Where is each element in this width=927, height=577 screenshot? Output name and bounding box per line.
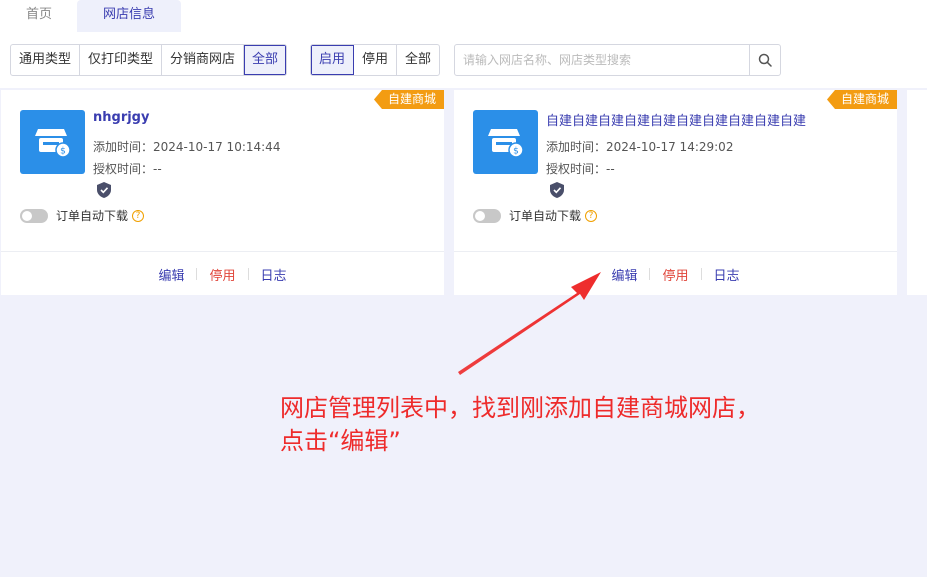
log-button[interactable]: 日志 — [249, 265, 299, 284]
search-icon — [758, 53, 772, 67]
shop-type-badge: 自建商城 — [373, 90, 444, 109]
disable-button[interactable]: 停用 — [197, 265, 247, 284]
shop-card-partial — [907, 90, 927, 295]
disable-button[interactable]: 停用 — [650, 265, 700, 284]
shop-name[interactable]: nhgrjgy — [93, 110, 149, 125]
edit-button[interactable]: 编辑 — [146, 265, 196, 284]
card-actions: 编辑 停用 日志 — [454, 265, 897, 284]
annotation-line-2: 点击“编辑” — [280, 427, 401, 455]
edit-button[interactable]: 编辑 — [599, 265, 649, 284]
added-time: 添加时间：2024-10-17 10:14:44 — [93, 140, 281, 154]
shop-icon: $ — [20, 110, 85, 174]
tab-shop-info[interactable]: 网店信息 — [77, 0, 181, 32]
auto-download-toggle[interactable] — [20, 208, 48, 223]
filter-toolbar: 通用类型 仅打印类型 分销商网店 全部 启用 停用 全部 — [0, 33, 927, 88]
shop-card: 自建商城 $ 自建自建自建自建自建自建自建自建自建自建 添加时间：2024-10… — [454, 90, 897, 295]
shield-icon — [97, 182, 111, 198]
authorized-time: 授权时间：-- — [546, 162, 615, 176]
svg-text:$: $ — [60, 147, 66, 157]
authorized-time: 授权时间：-- — [93, 162, 162, 176]
shield-icon — [550, 182, 564, 198]
annotation-line-1: 网店管理列表中，找到刚添加自建商城网店， — [280, 394, 760, 422]
help-icon[interactable]: ? — [132, 209, 145, 222]
tab-bar: 首页 网店信息 — [0, 0, 927, 33]
filter-distributor-shop-button[interactable]: 分销商网店 — [162, 45, 245, 75]
shop-icon: $ — [473, 110, 538, 174]
added-time: 添加时间：2024-10-17 14:29:02 — [546, 140, 734, 154]
type-filter-group: 通用类型 仅打印类型 分销商网店 全部 — [10, 44, 288, 76]
card-divider — [454, 251, 897, 252]
filter-print-only-type-button[interactable]: 仅打印类型 — [80, 45, 163, 75]
card-actions: 编辑 停用 日志 — [1, 265, 444, 284]
filter-all-status-button[interactable]: 全部 — [397, 45, 439, 75]
filter-enabled-button[interactable]: 启用 — [311, 45, 355, 75]
log-button[interactable]: 日志 — [702, 265, 752, 284]
card-divider — [1, 251, 444, 252]
shop-card: 自建商城 $ nhgrjgy 添加时间：2024-10-17 10:14:44 … — [1, 90, 444, 295]
filter-all-types-button[interactable]: 全部 — [244, 45, 287, 75]
status-filter-group: 启用 停用 全部 — [310, 44, 441, 76]
filter-disabled-button[interactable]: 停用 — [354, 45, 398, 75]
svg-text:$: $ — [513, 147, 519, 157]
instruction-annotation: 网店管理列表中，找到刚添加自建商城网店， 点击“编辑” — [280, 392, 760, 458]
auto-download-toggle[interactable] — [473, 208, 501, 223]
tab-home[interactable]: 首页 — [10, 0, 68, 32]
auto-download-label: 订单自动下载 — [56, 209, 129, 223]
search-button[interactable] — [749, 45, 780, 75]
search-box — [454, 44, 781, 76]
filter-general-type-button[interactable]: 通用类型 — [11, 45, 81, 75]
help-icon[interactable]: ? — [585, 209, 598, 222]
auto-download-row: 订单自动下载 ? — [20, 207, 145, 224]
auto-download-label: 订单自动下载 — [509, 209, 582, 223]
search-input[interactable] — [455, 45, 749, 75]
auto-download-row: 订单自动下载 ? — [473, 207, 598, 224]
shop-name[interactable]: 自建自建自建自建自建自建自建自建自建自建 — [546, 110, 806, 129]
shop-type-badge: 自建商城 — [826, 90, 897, 109]
